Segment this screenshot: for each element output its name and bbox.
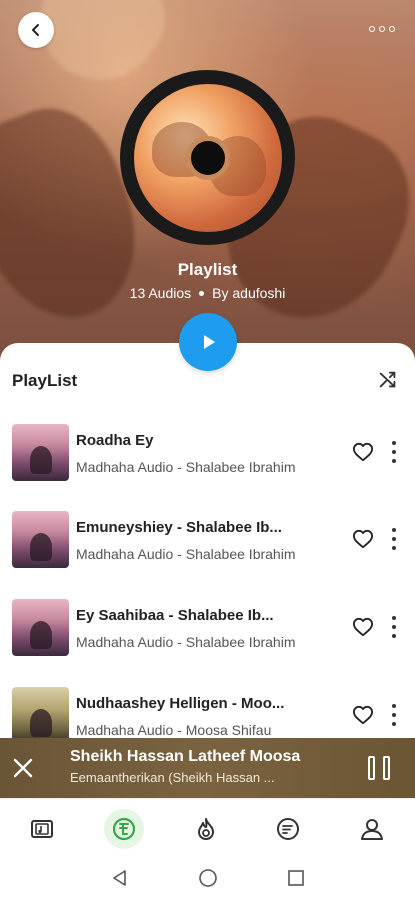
separator-dot: [199, 290, 205, 296]
dot-icon: [369, 26, 375, 32]
playlist-title: Playlist: [177, 260, 238, 279]
track-thumbnail: [12, 599, 69, 656]
track-row[interactable]: Roadha Ey Madhaha Audio - Shalabee Ibrah…: [0, 424, 415, 512]
track-title: Ey Saahibaa - Shalabee Ib...: [76, 607, 274, 624]
track-subtitle: Madhaha Audio - Shalabee Ibrahim: [76, 634, 296, 650]
track-subtitle: Madhaha Audio - Shalabee Ibrahim: [76, 459, 296, 475]
track-subtitle: Madhaha Audio - Moosa Shifau: [76, 722, 272, 738]
track-title: Roadha Ey: [76, 432, 154, 449]
dot-icon: [379, 26, 385, 32]
play-icon: [204, 335, 215, 349]
circle-home-icon: [199, 869, 217, 887]
audio-count: 13 Audios: [129, 285, 192, 301]
track-thumbnail: [12, 511, 69, 568]
square-recents-icon: [288, 870, 304, 886]
user-icon: [361, 819, 383, 840]
triangle-back-icon: [113, 870, 126, 886]
track-title: Emuneyshiey - Shalabee Ib...: [76, 519, 282, 536]
track-title: Nudhaashey Helligen - Moo...: [76, 695, 285, 712]
close-icon[interactable]: [12, 757, 34, 779]
now-playing-title: Sheikh Hassan Latheef Moosa: [70, 748, 301, 765]
nav-trending[interactable]: [186, 809, 226, 849]
disc-center: [185, 135, 230, 180]
track-row[interactable]: Emuneyshiey - Shalabee Ib... Madhaha Aud…: [0, 511, 415, 599]
playlist-author: By adufoshi: [212, 285, 286, 301]
now-playing-subtitle: Eemaantherikan (Sheikh Hassan ...: [70, 770, 275, 785]
playlist-section-title: PlayList: [12, 371, 78, 390]
system-home-button[interactable]: [196, 866, 220, 890]
track-thumbnail: [12, 687, 69, 744]
more-options-button[interactable]: [369, 20, 395, 38]
nav-playlists[interactable]: [268, 809, 308, 849]
more-vertical-icon[interactable]: [389, 441, 399, 463]
track-row[interactable]: Ey Saahibaa - Shalabee Ib... Madhaha Aud…: [0, 599, 415, 687]
playlist-cover-art: [133, 83, 282, 232]
shuffle-icon[interactable]: [377, 369, 399, 391]
heart-outline-icon[interactable]: [352, 442, 374, 462]
flame-icon: [198, 818, 214, 840]
nav-home[interactable]: [104, 809, 144, 849]
more-vertical-icon[interactable]: [389, 616, 399, 638]
more-vertical-icon[interactable]: [389, 704, 399, 726]
back-button[interactable]: [18, 12, 54, 48]
system-navigation-bar: [0, 856, 415, 900]
track-subtitle: Madhaha Audio - Shalabee Ibrahim: [76, 546, 296, 562]
playlist-meta: 13 Audios By adufoshi: [0, 285, 415, 301]
play-button[interactable]: [179, 313, 237, 371]
heart-outline-icon[interactable]: [352, 617, 374, 637]
nav-profile[interactable]: [352, 809, 392, 849]
playlist-icon: [277, 818, 299, 840]
playlist-cover-disc: [120, 70, 295, 245]
music-library-icon: [31, 820, 53, 838]
dot-icon: [389, 26, 395, 32]
bottom-navigation: [0, 798, 415, 856]
more-vertical-icon[interactable]: [389, 528, 399, 550]
mini-player[interactable]: Sheikh Hassan Latheef Moosa Eemaantherik…: [0, 738, 415, 798]
system-recents-button[interactable]: [284, 866, 308, 890]
chevron-left-icon: [32, 24, 39, 36]
pause-icon[interactable]: [368, 756, 390, 780]
track-thumbnail: [12, 424, 69, 481]
heart-outline-icon[interactable]: [352, 705, 374, 725]
coin-icon: [112, 817, 136, 841]
heart-outline-icon[interactable]: [352, 529, 374, 549]
nav-library[interactable]: [22, 809, 62, 849]
system-back-button[interactable]: [108, 866, 132, 890]
